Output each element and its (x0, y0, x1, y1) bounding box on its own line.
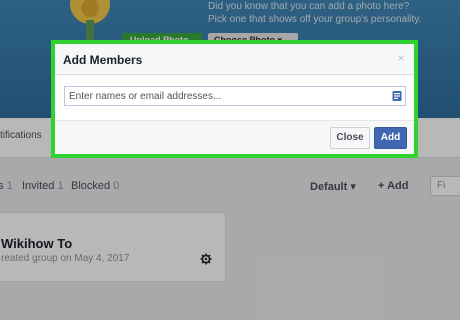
dialog-title: Add Members (63, 53, 143, 67)
dialog-header: Add Members × (55, 44, 414, 75)
dialog-footer: Close Add (55, 120, 414, 154)
dialog-body (55, 76, 414, 120)
member-names-input[interactable] (65, 87, 385, 105)
member-input-wrapper (64, 86, 406, 106)
address-book-icon[interactable] (391, 90, 403, 102)
add-button[interactable]: Add (374, 127, 407, 149)
close-button[interactable]: Close (330, 127, 370, 149)
close-icon[interactable]: × (395, 52, 407, 64)
add-members-dialog: Add Members × Close Add (51, 40, 418, 158)
